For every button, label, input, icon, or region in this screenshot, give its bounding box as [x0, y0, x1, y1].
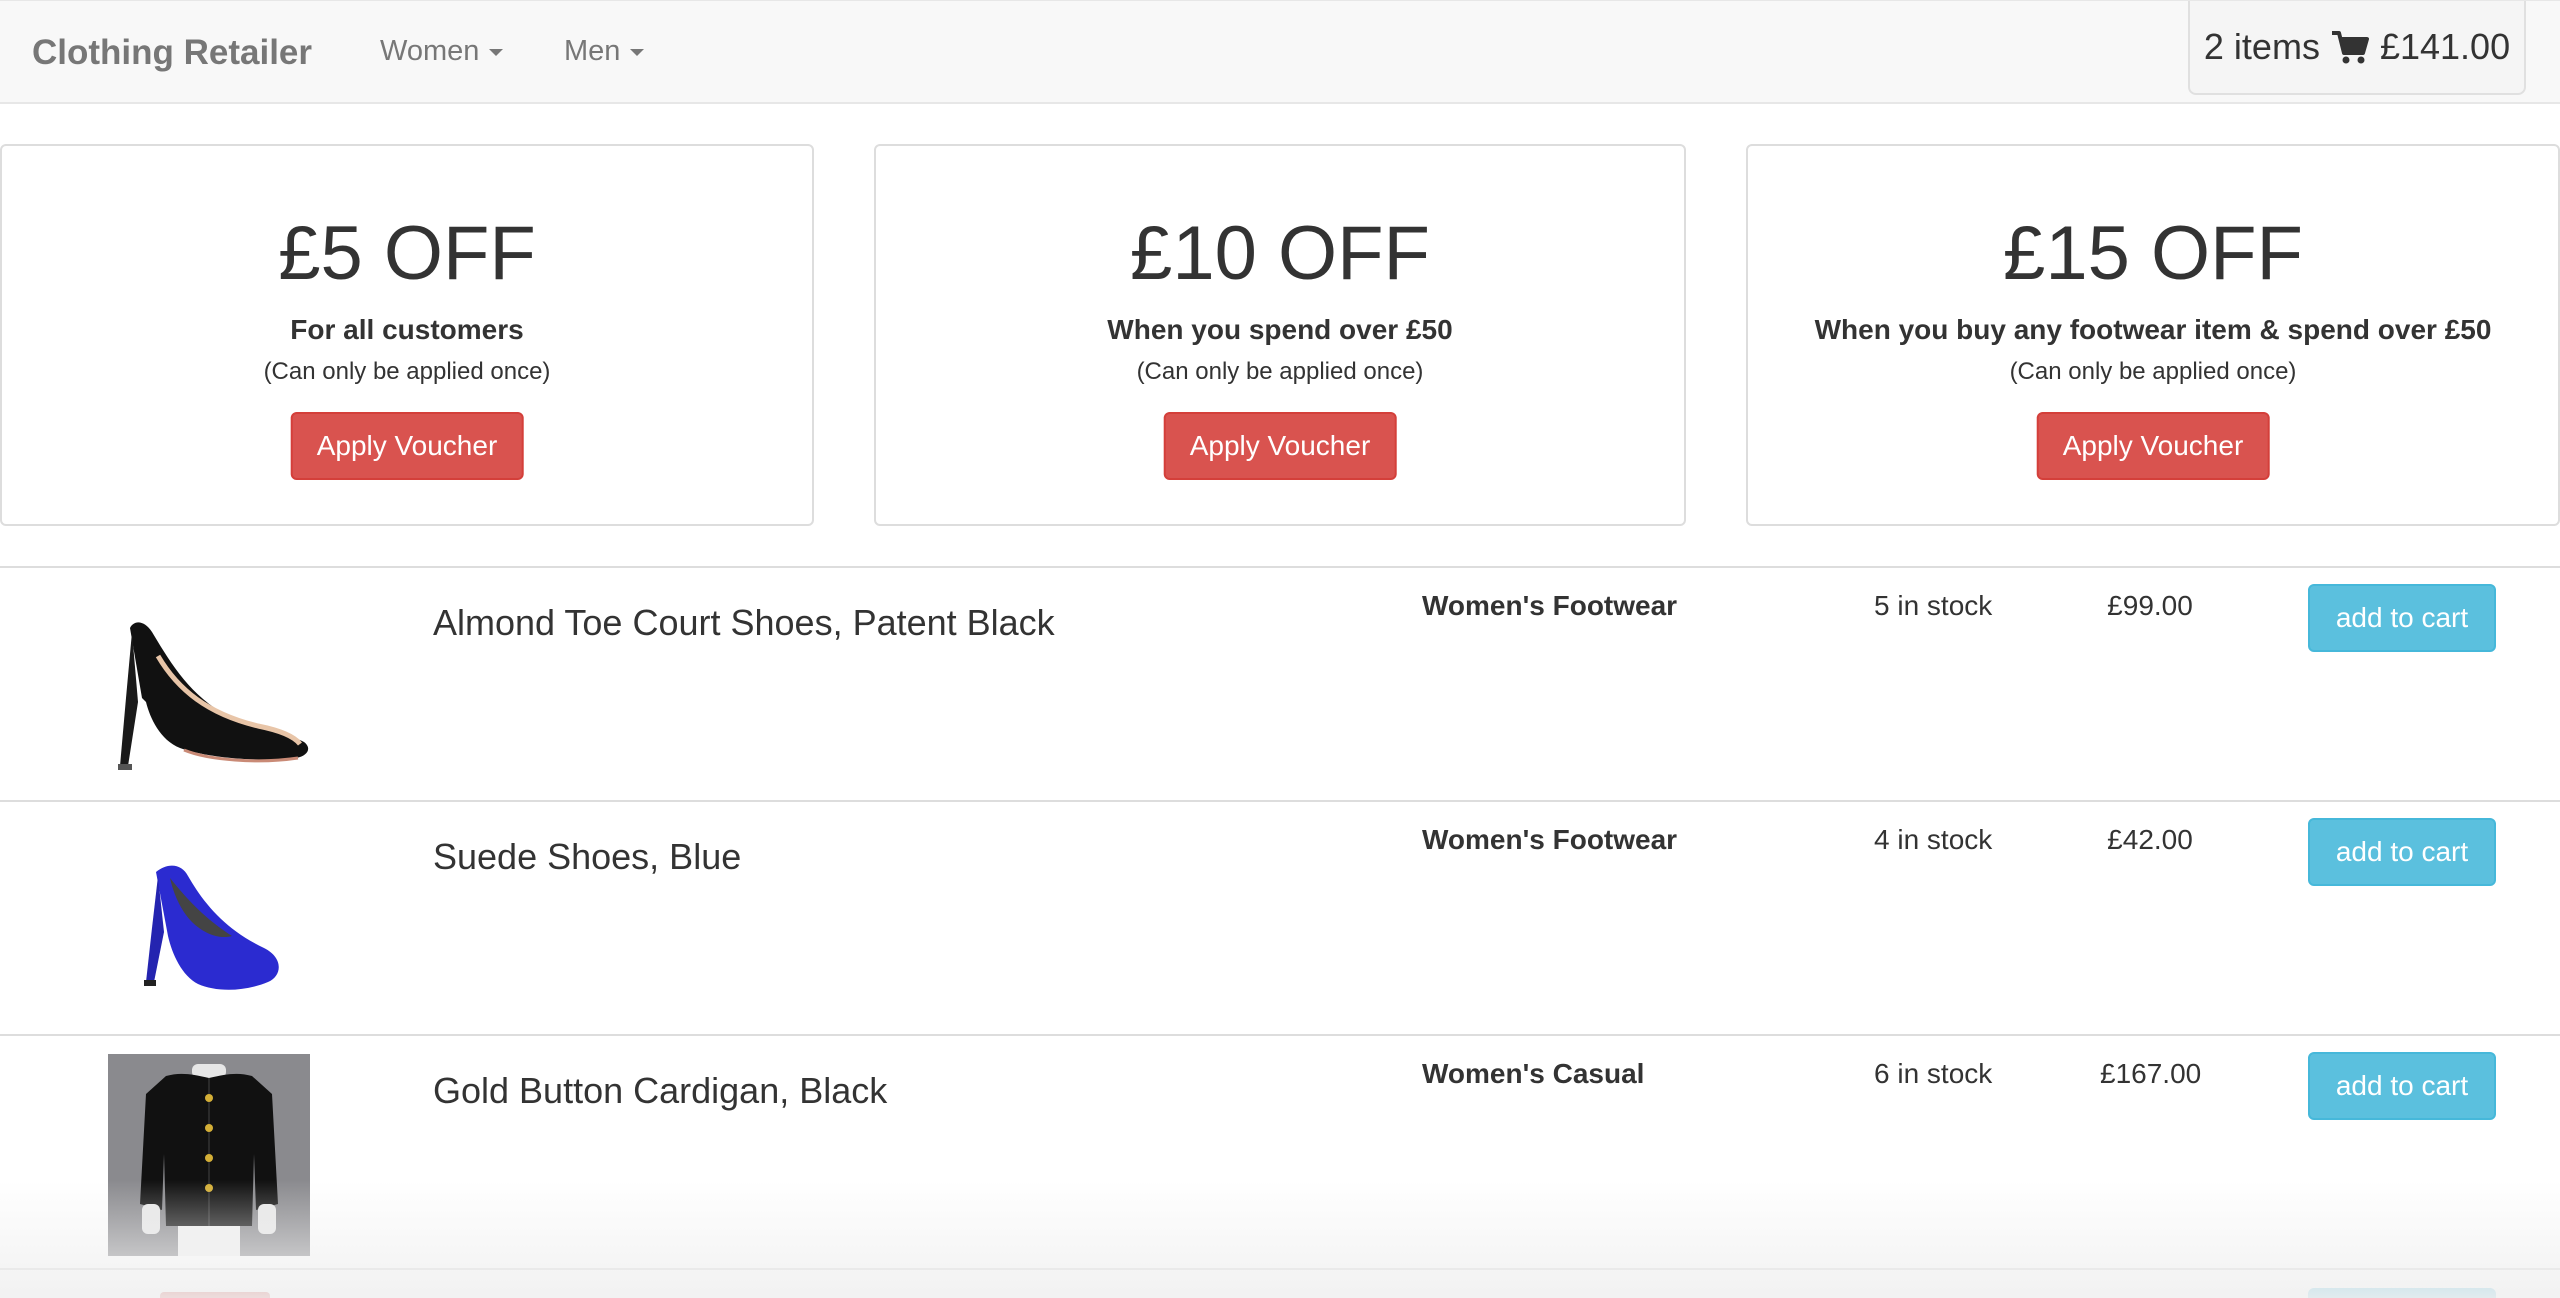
- product-name[interactable]: Almond Toe Court Shoes, Patent Black: [433, 602, 1055, 644]
- product-name[interactable]: Suede Shoes, Blue: [433, 836, 741, 878]
- voucher-amount: £10 OFF: [1130, 211, 1430, 296]
- voucher-amount: £5 OFF: [278, 211, 536, 296]
- voucher-note: (Can only be applied once): [2009, 358, 2297, 385]
- add-to-cart-button-partial[interactable]: [2308, 1288, 2496, 1298]
- apply-voucher-button[interactable]: Apply Voucher: [1163, 412, 1397, 480]
- voucher-condition: For all customers: [290, 314, 524, 345]
- nav-women-label: Women: [380, 35, 480, 67]
- nav-women-dropdown[interactable]: Women: [380, 35, 504, 68]
- caret-down-icon: [489, 48, 504, 56]
- product-thumb-partial: [160, 1292, 270, 1298]
- product-stock: 5 in stock: [1874, 590, 1993, 621]
- product-category: Women's Footwear: [1422, 824, 1678, 855]
- nav-men-dropdown[interactable]: Men: [564, 35, 645, 68]
- product-stock: 4 in stock: [1874, 824, 1993, 855]
- black-heel-icon: [118, 622, 309, 770]
- caret-down-icon: [630, 48, 645, 56]
- voucher-card: £15 OFF When you buy any footwear item &…: [1746, 144, 2560, 526]
- add-to-cart-button[interactable]: add to cart: [2308, 584, 2496, 652]
- product-price: £167.00: [2100, 1058, 2202, 1089]
- apply-voucher-button[interactable]: Apply Voucher: [290, 412, 524, 480]
- apply-voucher-button[interactable]: Apply Voucher: [2036, 412, 2270, 480]
- top-navbar: Clothing Retailer Women Men 2 items £141…: [0, 0, 2560, 104]
- voucher-condition: When you buy any footwear item & spend o…: [1814, 314, 2492, 345]
- product-category: Women's Footwear: [1422, 590, 1678, 621]
- cart-total: £141.00: [2379, 26, 2511, 67]
- cardigan-icon: [108, 1054, 310, 1256]
- voucher-card: £10 OFF When you spend over £50 (Can onl…: [874, 144, 1686, 526]
- voucher-note: (Can only be applied once): [263, 358, 551, 385]
- cart-summary-button[interactable]: 2 items £141.00: [2188, 1, 2526, 95]
- shopping-cart-icon: [2331, 31, 2369, 64]
- product-row: Gold Button Cardigan, Black Women's Casu…: [0, 1034, 2560, 1268]
- cart-items-count: 2 items: [2203, 26, 2320, 67]
- product-row: Suede Shoes, Blue Women's Footwear 4 in …: [0, 800, 2560, 1034]
- brand-logo[interactable]: Clothing Retailer: [32, 33, 312, 73]
- add-to-cart-button[interactable]: add to cart: [2308, 818, 2496, 886]
- product-stock: 6 in stock: [1874, 1058, 1993, 1089]
- blue-heel-icon: [144, 865, 279, 990]
- voucher-condition: When you spend over £50: [1107, 314, 1453, 345]
- voucher-note: (Can only be applied once): [1136, 358, 1424, 385]
- product-category: Women's Casual: [1422, 1058, 1645, 1089]
- product-price: £99.00: [2107, 590, 2193, 621]
- voucher-card: £5 OFF For all customers (Can only be ap…: [0, 144, 814, 526]
- voucher-amount: £15 OFF: [2003, 211, 2303, 296]
- product-row: Almond Toe Court Shoes, Patent Black Wom…: [0, 566, 2560, 800]
- nav-men-label: Men: [564, 35, 621, 67]
- product-price: £42.00: [2107, 824, 2193, 855]
- product-name[interactable]: Gold Button Cardigan, Black: [433, 1070, 887, 1112]
- add-to-cart-button[interactable]: add to cart: [2308, 1052, 2496, 1120]
- product-row-partial: [0, 1268, 2560, 1298]
